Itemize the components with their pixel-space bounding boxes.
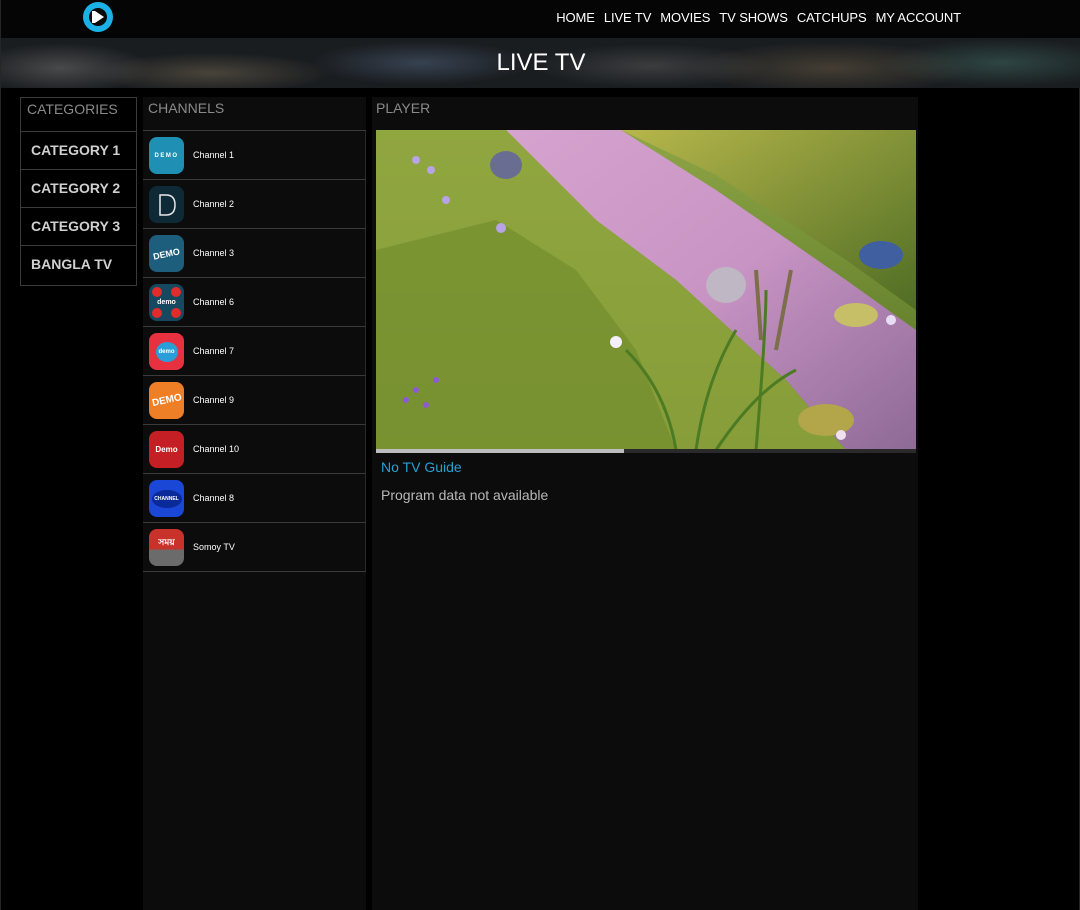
channel-item[interactable]: DEMO Channel 1 <box>143 131 366 180</box>
nav-catchups[interactable]: CATCHUPS <box>797 9 867 27</box>
video-player[interactable] <box>376 130 916 450</box>
video-progress-fill <box>376 449 625 453</box>
channel-item[interactable]: Demo Channel 10 <box>143 425 366 474</box>
channel-name: Channel 10 <box>193 444 240 454</box>
main-nav: HOME LIVE TV MOVIES TV SHOWS CATCHUPS MY… <box>556 9 961 27</box>
channel-logo: সময় <box>149 529 184 566</box>
tv-guide-text: Program data not available <box>381 487 549 503</box>
channel-logo: DEMO <box>149 382 184 419</box>
category-item-2[interactable]: CATEGORY 2 <box>21 170 136 208</box>
page-banner: LIVE TV <box>1 38 1080 88</box>
tv-guide-title[interactable]: No TV Guide <box>381 458 462 476</box>
channel-name: Channel 7 <box>193 346 235 356</box>
channel-name: Channel 1 <box>193 150 235 160</box>
channel-d-icon <box>158 193 176 216</box>
channel-item[interactable]: demo Channel 6 <box>143 278 366 327</box>
channel-logo <box>149 186 184 223</box>
channel-item[interactable]: demo Channel 7 <box>143 327 366 376</box>
channel-name: Channel 9 <box>193 395 235 405</box>
nav-tv-shows[interactable]: TV SHOWS <box>719 9 788 27</box>
category-item-bangla-tv[interactable]: BANGLA TV <box>21 246 136 284</box>
category-item-3[interactable]: CATEGORY 3 <box>21 208 136 246</box>
channel-name: Channel 3 <box>193 248 235 258</box>
channel-item[interactable]: CHANNEL Channel 8 <box>143 474 366 523</box>
channel-logo: demo <box>149 284 184 321</box>
player-panel: PLAYER No TV Guide Program data not avai… <box>372 97 918 910</box>
logo-play-icon[interactable] <box>83 2 113 32</box>
categories-panel: CATEGORIES CATEGORY 1 CATEGORY 2 CATEGOR… <box>20 97 137 286</box>
video-frame-image <box>376 130 916 450</box>
categories-title: CATEGORIES <box>21 98 136 132</box>
channel-logo: demo <box>149 333 184 370</box>
nav-my-account[interactable]: MY ACCOUNT <box>876 9 962 27</box>
channel-logo: DEMO <box>149 137 184 174</box>
channel-name: Somoy TV <box>193 542 235 552</box>
channel-logo: CHANNEL <box>149 480 184 517</box>
channels-title: CHANNELS <box>143 97 366 131</box>
channel-item[interactable]: DEMO Channel 9 <box>143 376 366 425</box>
player-title: PLAYER <box>376 100 431 116</box>
nav-home[interactable]: HOME <box>556 9 595 27</box>
channels-panel: CHANNELS DEMO Channel 1 Channel 2 DEMO C… <box>143 97 366 910</box>
channel-item[interactable]: Channel 2 <box>143 180 366 229</box>
video-progress-bar[interactable] <box>376 449 916 453</box>
channel-name: Channel 6 <box>193 297 235 307</box>
category-item-1[interactable]: CATEGORY 1 <box>21 132 136 170</box>
channel-item[interactable]: সময় Somoy TV <box>143 523 366 572</box>
app-frame: HOME LIVE TV MOVIES TV SHOWS CATCHUPS MY… <box>0 0 1080 910</box>
channel-name: Channel 2 <box>193 199 235 209</box>
nav-movies[interactable]: MOVIES <box>660 9 710 27</box>
channel-logo: DEMO <box>149 235 184 272</box>
channel-logo: Demo <box>149 431 184 468</box>
top-navbar: HOME LIVE TV MOVIES TV SHOWS CATCHUPS MY… <box>1 0 1080 38</box>
page-title: LIVE TV <box>496 49 586 76</box>
nav-live-tv[interactable]: LIVE TV <box>604 9 652 27</box>
channel-name: Channel 8 <box>193 493 235 503</box>
channel-item[interactable]: DEMO Channel 3 <box>143 229 366 278</box>
